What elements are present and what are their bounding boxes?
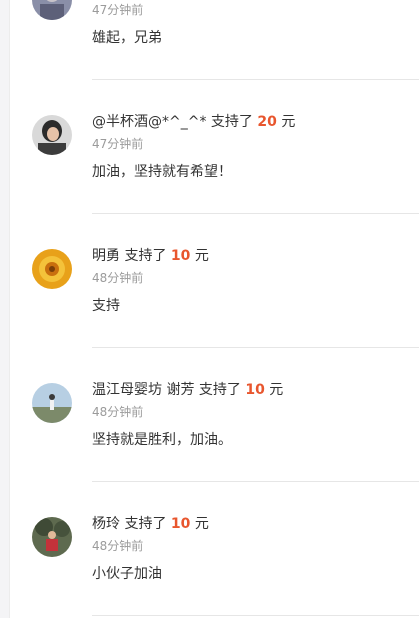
amount-value: 10 <box>245 382 265 398</box>
avatar-photo-icon[interactable] <box>32 0 72 20</box>
avatar-photo-icon[interactable] <box>32 115 72 155</box>
comment-header: 杨玲 支持了 10 元 <box>92 515 209 533</box>
comment-message: 加油，坚持就有希望！ <box>92 164 232 180</box>
comment-divider <box>92 79 419 80</box>
action-text: 支持了 <box>210 114 253 130</box>
supporter-name[interactable]: 温江母婴坊 谢芳 <box>92 382 194 398</box>
comment-time: 48分钟前 <box>92 539 144 553</box>
comment-time: 47分钟前 <box>92 137 144 151</box>
comment-message: 坚持就是胜利，加油。 <box>92 432 232 448</box>
amount-value: 10 <box>170 516 191 532</box>
comment-message: 小伙子加油 <box>92 566 162 582</box>
comment-divider <box>92 481 419 482</box>
comment-time: 48分钟前 <box>92 405 144 419</box>
amount-value: 20 <box>257 114 277 130</box>
currency-unit: 元 <box>194 248 209 264</box>
currency-unit: 元 <box>269 382 284 398</box>
comment-divider <box>92 213 419 214</box>
supporter-name[interactable]: 杨玲 <box>92 516 120 532</box>
currency-unit: 元 <box>194 516 209 532</box>
action-text: 支持了 <box>124 248 167 264</box>
avatar-photo-icon[interactable] <box>32 249 72 289</box>
currency-unit: 元 <box>281 114 296 130</box>
comment-divider <box>92 347 419 348</box>
action-text: 支持了 <box>198 382 241 398</box>
amount-value: 10 <box>170 248 191 264</box>
comment-message: 支持 <box>92 298 120 314</box>
comment-time: 48分钟前 <box>92 271 144 285</box>
comment-header: @半杯酒@*^_^* 支持了 20 元 <box>92 113 295 131</box>
comment-header: 明勇 支持了 10 元 <box>92 247 209 265</box>
comment-divider <box>92 615 419 616</box>
comment-header: 温江母婴坊 谢芳 支持了 10 元 <box>92 381 283 399</box>
supporter-name[interactable]: @半杯酒@*^_^* <box>92 114 206 130</box>
avatar-photo-icon[interactable] <box>32 383 72 423</box>
comment-time: 47分钟前 <box>92 3 144 17</box>
comment-message: 雄起，兄弟 <box>92 30 162 46</box>
avatar-photo-icon[interactable] <box>32 517 72 557</box>
supporter-name[interactable]: 明勇 <box>92 248 120 264</box>
comment-feed: 47分钟前 雄起，兄弟 @半杯酒@*^_^* 支持了 20 元 47分钟前 加油… <box>0 0 419 618</box>
action-text: 支持了 <box>124 516 167 532</box>
